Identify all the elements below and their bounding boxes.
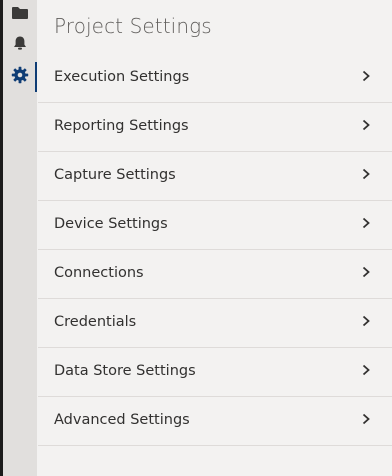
- rail-folder-button[interactable]: [3, 0, 37, 30]
- settings-list: Execution Settings Reporting Settings Ca…: [38, 54, 392, 446]
- gear-icon: [11, 66, 29, 88]
- chevron-right-icon: [362, 413, 370, 425]
- settings-item-label: Credentials: [54, 314, 137, 330]
- settings-item-label: Connections: [54, 265, 144, 281]
- settings-item-credentials[interactable]: Credentials: [38, 299, 392, 348]
- settings-item-connections[interactable]: Connections: [38, 250, 392, 299]
- settings-item-label: Advanced Settings: [54, 412, 190, 428]
- rail-settings-button[interactable]: [3, 62, 37, 92]
- settings-item-reporting[interactable]: Reporting Settings: [38, 103, 392, 152]
- chevron-right-icon: [362, 315, 370, 327]
- settings-item-advanced[interactable]: Advanced Settings: [38, 397, 392, 446]
- chevron-right-icon: [362, 119, 370, 131]
- settings-item-label: Capture Settings: [54, 167, 176, 183]
- settings-item-label: Execution Settings: [54, 69, 190, 85]
- chevron-right-icon: [362, 217, 370, 229]
- page-title: Project Settings: [54, 14, 212, 38]
- settings-item-label: Reporting Settings: [54, 118, 189, 134]
- settings-item-data-store[interactable]: Data Store Settings: [38, 348, 392, 397]
- chevron-right-icon: [362, 364, 370, 376]
- left-rail: [3, 0, 37, 476]
- settings-item-label: Data Store Settings: [54, 363, 196, 379]
- chevron-right-icon: [362, 266, 370, 278]
- rail-notifications-button[interactable]: [3, 30, 37, 60]
- settings-item-execution[interactable]: Execution Settings: [38, 54, 392, 103]
- bell-icon: [12, 35, 28, 55]
- folder-icon: [11, 5, 29, 25]
- settings-item-device[interactable]: Device Settings: [38, 201, 392, 250]
- chevron-right-icon: [362, 168, 370, 180]
- settings-item-label: Device Settings: [54, 216, 168, 232]
- settings-item-capture[interactable]: Capture Settings: [38, 152, 392, 201]
- settings-panel: Project Settings Execution Settings Repo…: [38, 0, 392, 476]
- chevron-right-icon: [362, 70, 370, 82]
